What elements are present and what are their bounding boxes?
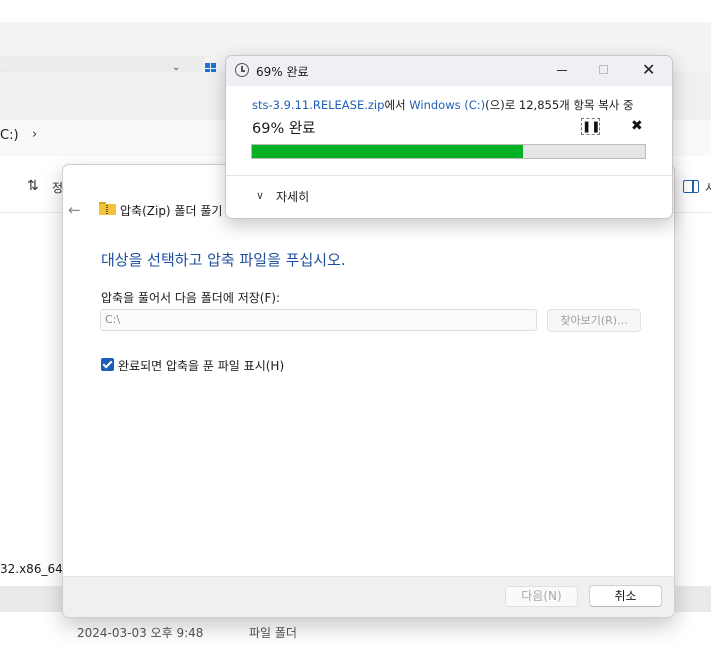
source-file-link[interactable]: sts-3.9.11.RELEASE.zip: [252, 98, 384, 112]
progress-bar: [251, 144, 646, 159]
chevron-down-icon[interactable]: ∨: [256, 189, 264, 202]
show-files-checkbox[interactable]: [101, 358, 114, 371]
file-row-type: 파일 폴더: [249, 626, 297, 640]
progress-percent-text: 69% 완료: [252, 121, 316, 137]
back-arrow-icon[interactable]: ←: [68, 201, 81, 219]
progress-divider: [226, 175, 672, 176]
cancel-button[interactable]: 취소: [589, 585, 662, 607]
progress-bar-fill: [252, 145, 524, 158]
wizard-heading: 대상을 선택하고 압축 파일을 푸십시오.: [101, 251, 346, 269]
sort-icon[interactable]: ⇅: [27, 178, 39, 194]
breadcrumb-chevron-icon[interactable]: ›: [32, 127, 37, 142]
source-suffix: 에서: [384, 98, 410, 112]
next-button[interactable]: 다음(N): [505, 586, 578, 607]
cancel-copy-icon[interactable]: ✖: [631, 118, 643, 134]
maximize-icon: [599, 65, 608, 74]
clock-icon: [235, 63, 249, 77]
destination-suffix: (으)로 12,855개 항목 복사 중: [485, 98, 634, 112]
more-details-button[interactable]: 자세히: [276, 188, 309, 205]
progress-window-title: 69% 완료: [256, 65, 309, 79]
wizard-title: 압축(Zip) 폴더 풀기: [120, 204, 223, 218]
copy-progress-dialog: 69% 완료 ✕ sts-3.9.11.RELEASE.zip에서 Window…: [225, 55, 673, 219]
show-files-label[interactable]: 완료되면 압축을 푼 파일 표시(H): [118, 357, 284, 374]
file-row-date: 2024-03-03 오후 9:48: [77, 626, 204, 640]
close-icon[interactable]: ✕: [642, 60, 655, 79]
minimize-icon[interactable]: [557, 70, 567, 71]
explorer-top-strip: [0, 0, 711, 22]
browse-button[interactable]: 찾아보기(R)...: [547, 309, 641, 332]
destination-path-input[interactable]: C:\: [100, 309, 537, 331]
destination-link[interactable]: Windows (C:): [409, 98, 485, 112]
wizard-footer: [63, 576, 674, 617]
pause-icon[interactable]: ❚❚: [581, 118, 600, 135]
zip-folder-icon: [99, 202, 116, 215]
extract-wizard-dialog: ← 압축(Zip) 폴더 풀기 대상을 선택하고 압축 파일을 푸십시오. 압축…: [62, 164, 675, 618]
destination-label: 압축을 풀어서 다음 폴더에 저장(F):: [101, 291, 281, 305]
address-path-text[interactable]: C:): [0, 128, 19, 143]
details-pane-icon[interactable]: [683, 180, 699, 193]
details-pane-label[interactable]: 시: [705, 179, 711, 196]
copy-source-line: sts-3.9.11.RELEASE.zip에서 Windows (C:)(으)…: [252, 97, 634, 113]
